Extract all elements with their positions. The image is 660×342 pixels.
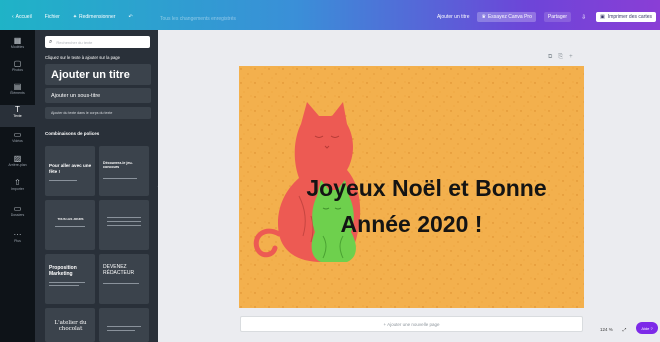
top-bar-left: ‹ Accueil Fichier ✦ Redimensionner ↶ xyxy=(12,14,133,20)
duplicate-page-icon[interactable]: ⧉ xyxy=(548,54,552,61)
rail-item-background[interactable]: ▨ Arrière-plan xyxy=(0,154,35,176)
copy-icon[interactable]: ⎘ xyxy=(558,54,563,61)
rail-item-folders[interactable]: ▭ Dossiers xyxy=(0,204,35,226)
chevron-left-icon: ‹ xyxy=(12,14,14,20)
greeting-line-2[interactable]: Année 2020 ! xyxy=(239,207,584,242)
folder-icon: ▭ xyxy=(13,204,22,213)
font-combo-card[interactable] xyxy=(99,200,149,250)
upgrade-button[interactable]: ♛ Essayez Canva Pro xyxy=(477,12,536,22)
resize-icon: ✦ xyxy=(72,14,78,20)
rail-item-templates[interactable]: ▦ Modèles xyxy=(0,36,35,58)
add-title-text-button[interactable]: Ajouter un titre xyxy=(45,64,151,85)
video-icon: ▭ xyxy=(13,130,22,139)
font-combo-card[interactable]: DEVENEZ RÉDACTEUR xyxy=(99,254,149,304)
rail-item-upload[interactable]: ⇧ Importer xyxy=(0,178,35,200)
rail-item-videos[interactable]: ▭ Vidéos xyxy=(0,130,35,152)
add-page-button[interactable]: + Ajouter une nouvelle page xyxy=(240,316,583,332)
greeting-line-1[interactable]: Joyeux Noël et Bonne xyxy=(254,171,584,206)
undo-icon[interactable]: ↶ xyxy=(128,14,132,20)
font-combo-card[interactable]: TOUS LES JOURS xyxy=(45,200,95,250)
fullscreen-icon[interactable]: ⤢ xyxy=(623,327,627,332)
panel-hint: Cliquez sur le texte à ajouter sur la pa… xyxy=(45,55,120,60)
font-combo-card[interactable] xyxy=(99,308,149,342)
rail-item-elements[interactable]: ▤ Éléments xyxy=(0,82,35,104)
upload-icon: ⇧ xyxy=(14,178,21,187)
background-icon: ▨ xyxy=(13,154,22,163)
top-bar: ‹ Accueil Fichier ✦ Redimensionner ↶ Tou… xyxy=(0,0,660,30)
side-rail: ▦ Modèles ▢ Photos ▤ Éléments T Texte ▭ … xyxy=(0,30,35,342)
font-combo-card[interactable]: L'atelier du chocolat xyxy=(45,308,95,342)
delete-page-icon[interactable]: + xyxy=(569,54,573,61)
print-button[interactable]: ▣ Imprimer des cartes xyxy=(596,12,656,22)
file-menu[interactable]: Fichier xyxy=(45,14,60,20)
rail-item-text[interactable]: T Texte xyxy=(0,105,35,127)
search-input[interactable]: ⌕ Rechercher du texte xyxy=(45,36,150,48)
canva-editor: ‹ Accueil Fichier ✦ Redimensionner ↶ Tou… xyxy=(0,0,660,342)
top-bar-right: Ajouter un titre ♛ Essayez Canva Pro Par… xyxy=(437,12,656,22)
elements-icon: ▤ xyxy=(13,82,22,91)
rail-item-more[interactable]: ··· Plus xyxy=(0,230,35,252)
photo-icon: ▢ xyxy=(13,59,22,68)
rail-item-photos[interactable]: ▢ Photos xyxy=(0,59,35,81)
crown-icon: ♛ xyxy=(481,14,486,20)
font-combo-card[interactable]: Proposition Marketing xyxy=(45,254,95,304)
page-tools: ⧉ ⎘ + xyxy=(548,54,573,61)
add-subtitle-button[interactable]: Ajouter un sous-titre xyxy=(45,88,151,103)
design-page[interactable]: Joyeux Noël et Bonne Année 2020 ! xyxy=(239,66,584,308)
home-button[interactable]: ‹ Accueil xyxy=(12,14,32,20)
help-button[interactable]: Aide ? xyxy=(636,322,658,334)
zoom-controls: 124 % ⤢ xyxy=(600,327,626,332)
text-panel: ⌕ Rechercher du texte Cliquez sur le tex… xyxy=(35,30,158,342)
save-status: Tous les changements enregistrés xyxy=(160,16,236,22)
search-icon: ⌕ xyxy=(49,38,53,45)
zoom-level[interactable]: 124 % xyxy=(600,327,613,332)
text-icon: T xyxy=(15,105,20,114)
font-combos-heading: Combinaisons de polices xyxy=(45,131,100,136)
font-combo-card[interactable]: Pour aller avec une fête ! xyxy=(45,146,95,196)
add-body-text-button[interactable]: Ajouter du texte dans le corps du texte xyxy=(45,107,151,119)
more-icon: ··· xyxy=(13,230,22,239)
resize-button[interactable]: ✦ Redimensionner xyxy=(73,14,116,20)
template-icon: ▦ xyxy=(13,36,22,45)
share-button[interactable]: Partager xyxy=(543,12,572,22)
font-combo-card[interactable]: Découvrez-le jeu-concours xyxy=(99,146,149,196)
add-title-button[interactable]: Ajouter un titre xyxy=(437,14,470,20)
download-icon[interactable]: ⇩ xyxy=(579,13,588,22)
print-icon: ▣ xyxy=(600,14,605,20)
